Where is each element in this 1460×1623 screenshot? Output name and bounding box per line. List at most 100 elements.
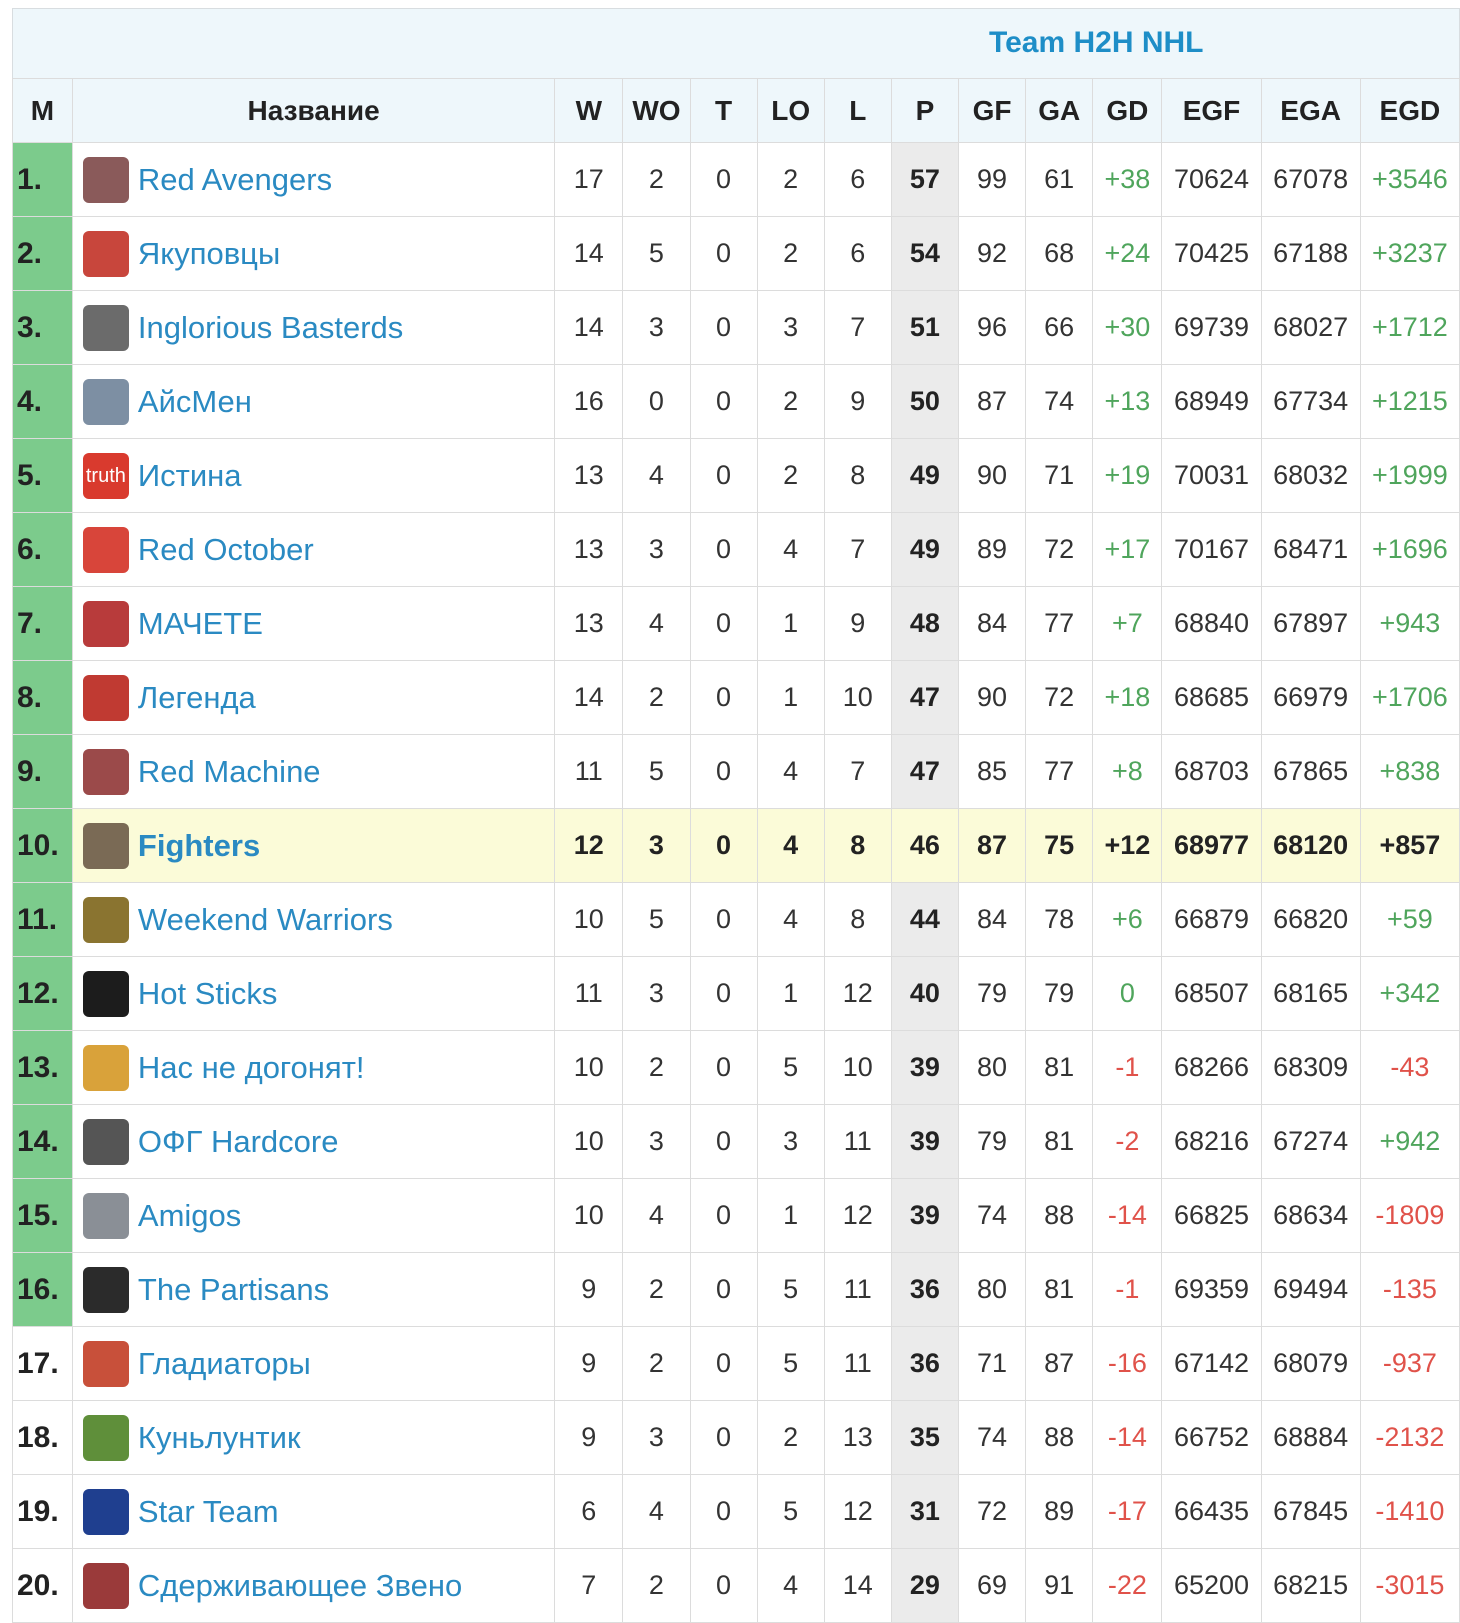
col-header-p[interactable]: P bbox=[890, 78, 960, 143]
table-row: 7. МАЧЕТЕ 13 4 0 1 9 48 84 77 +7 68840 67897 +943 bbox=[12, 586, 1460, 661]
team-logo-icon bbox=[82, 304, 129, 351]
table-row: 3. Inglorious Basterds 14 3 0 3 7 51 96 66 +30 6973… bbox=[12, 290, 1460, 365]
team-link[interactable]: Weekend Warriors bbox=[138, 902, 393, 937]
gf-cell: 87 bbox=[957, 364, 1027, 439]
gd-cell: +13 bbox=[1092, 364, 1163, 439]
l-cell: 8 bbox=[823, 808, 892, 883]
rank-cell: 11. bbox=[12, 882, 73, 957]
lo-cell: 2 bbox=[756, 216, 825, 291]
col-header-gf[interactable]: GF bbox=[957, 78, 1027, 143]
ega-cell: 66979 bbox=[1260, 660, 1361, 735]
table-row: 5. truth Истина 13 4 0 2 8 49 90 71 +19 70031 68032 +1… bbox=[12, 438, 1460, 513]
table-row: 14. ОФГ Hardcore 10 3 0 3 11 39 79 81 -2 68216 67274… bbox=[12, 1104, 1460, 1179]
team-link[interactable]: Amigos bbox=[138, 1198, 241, 1233]
team-link[interactable]: Нас не догонят! bbox=[138, 1050, 365, 1085]
col-header-egd[interactable]: EGD bbox=[1359, 78, 1460, 143]
egd-cell: +342 bbox=[1359, 956, 1460, 1031]
egd-cell: +3237 bbox=[1359, 216, 1460, 291]
egf-cell: 68949 bbox=[1161, 364, 1262, 439]
team-link[interactable]: Гладиаторы bbox=[138, 1346, 311, 1381]
team-link[interactable]: Куньлунтик bbox=[138, 1420, 301, 1455]
lo-cell: 4 bbox=[756, 734, 825, 809]
w-cell: 6 bbox=[554, 1474, 624, 1549]
team-link[interactable]: Истина bbox=[138, 458, 242, 493]
ega-cell: 67274 bbox=[1260, 1104, 1361, 1179]
col-header-lo[interactable]: LO bbox=[756, 78, 825, 143]
ga-cell: 79 bbox=[1025, 956, 1094, 1031]
w-cell: 10 bbox=[554, 882, 624, 957]
p-cell: 36 bbox=[890, 1252, 960, 1327]
league-title[interactable]: Team H2H NHL bbox=[989, 26, 1203, 60]
gf-cell: 89 bbox=[957, 512, 1027, 587]
col-header-wo[interactable]: WO bbox=[622, 78, 691, 143]
col-header-gd[interactable]: GD bbox=[1092, 78, 1163, 143]
team-link[interactable]: Якуповцы bbox=[138, 236, 280, 271]
team-link[interactable]: Inglorious Basterds bbox=[138, 310, 403, 345]
ga-cell: 77 bbox=[1025, 734, 1094, 809]
team-link[interactable]: Fighters bbox=[138, 828, 260, 863]
rank-cell: 8. bbox=[12, 660, 73, 735]
team-link[interactable]: ОФГ Hardcore bbox=[138, 1124, 339, 1159]
col-header-ega[interactable]: EGA bbox=[1260, 78, 1361, 143]
table-row: 1. Red Avengers 17 2 0 2 6 57 99 61 +38 70624 67078 +… bbox=[12, 142, 1460, 217]
t-cell: 0 bbox=[689, 1400, 758, 1475]
p-cell: 29 bbox=[890, 1548, 960, 1623]
ga-cell: 89 bbox=[1025, 1474, 1094, 1549]
team-link[interactable]: The Partisans bbox=[138, 1272, 329, 1307]
col-header-egf[interactable]: EGF bbox=[1161, 78, 1262, 143]
t-cell: 0 bbox=[689, 1548, 758, 1623]
team-name-cell: Нас не догонят! bbox=[71, 1030, 556, 1105]
col-header-w[interactable]: W bbox=[554, 78, 624, 143]
team-link[interactable]: Сдерживающее Звено bbox=[138, 1568, 462, 1603]
col-header-t[interactable]: T bbox=[689, 78, 758, 143]
w-cell: 13 bbox=[554, 586, 624, 661]
wo-cell: 2 bbox=[622, 1030, 691, 1105]
ega-cell: 67845 bbox=[1260, 1474, 1361, 1549]
gd-cell: +12 bbox=[1092, 808, 1163, 883]
p-cell: 57 bbox=[890, 142, 960, 217]
ega-cell: 69494 bbox=[1260, 1252, 1361, 1327]
wo-cell: 5 bbox=[622, 734, 691, 809]
team-link[interactable]: Star Team bbox=[138, 1494, 279, 1529]
ga-cell: 61 bbox=[1025, 142, 1094, 217]
rank-cell: 7. bbox=[12, 586, 73, 661]
lo-cell: 2 bbox=[756, 142, 825, 217]
l-cell: 7 bbox=[823, 512, 892, 587]
ega-cell: 68165 bbox=[1260, 956, 1361, 1031]
team-link[interactable]: Red October bbox=[138, 532, 314, 567]
table-row: 17. Гладиаторы 9 2 0 5 11 36 71 87 -16 67142 68079 -9… bbox=[12, 1326, 1460, 1401]
gf-cell: 96 bbox=[957, 290, 1027, 365]
team-link[interactable]: АйсМен bbox=[138, 384, 252, 419]
egd-cell: +3546 bbox=[1359, 142, 1460, 217]
team-link[interactable]: Red Avengers bbox=[138, 162, 332, 197]
egf-cell: 68977 bbox=[1161, 808, 1262, 883]
w-cell: 9 bbox=[554, 1326, 624, 1401]
ega-cell: 67078 bbox=[1260, 142, 1361, 217]
t-cell: 0 bbox=[689, 1030, 758, 1105]
team-link[interactable]: Hot Sticks bbox=[138, 976, 278, 1011]
lo-cell: 3 bbox=[756, 290, 825, 365]
gd-cell: +18 bbox=[1092, 660, 1163, 735]
team-name-cell: Weekend Warriors bbox=[71, 882, 556, 957]
lo-cell: 1 bbox=[756, 660, 825, 735]
egd-cell: -937 bbox=[1359, 1326, 1460, 1401]
col-header-ga[interactable]: GA bbox=[1025, 78, 1094, 143]
table-row: 18. Куньлунтик 9 3 0 2 13 35 74 88 -14 66752 68884 -2… bbox=[12, 1400, 1460, 1475]
team-name-cell: Легенда bbox=[71, 660, 556, 735]
wo-cell: 0 bbox=[622, 364, 691, 439]
team-link[interactable]: Легенда bbox=[138, 680, 256, 715]
egd-cell: -2132 bbox=[1359, 1400, 1460, 1475]
rank-cell: 13. bbox=[12, 1030, 73, 1105]
w-cell: 12 bbox=[554, 808, 624, 883]
team-logo-icon: truth bbox=[82, 452, 129, 499]
col-header-name[interactable]: Название bbox=[71, 78, 556, 143]
egf-cell: 66879 bbox=[1161, 882, 1262, 957]
lo-cell: 2 bbox=[756, 364, 825, 439]
p-cell: 49 bbox=[890, 438, 960, 513]
team-link[interactable]: Red Machine bbox=[138, 754, 321, 789]
col-header-l[interactable]: L bbox=[823, 78, 892, 143]
team-link[interactable]: МАЧЕТЕ bbox=[138, 606, 263, 641]
team-logo-icon bbox=[82, 526, 129, 573]
egd-cell: +943 bbox=[1359, 586, 1460, 661]
p-cell: 35 bbox=[890, 1400, 960, 1475]
